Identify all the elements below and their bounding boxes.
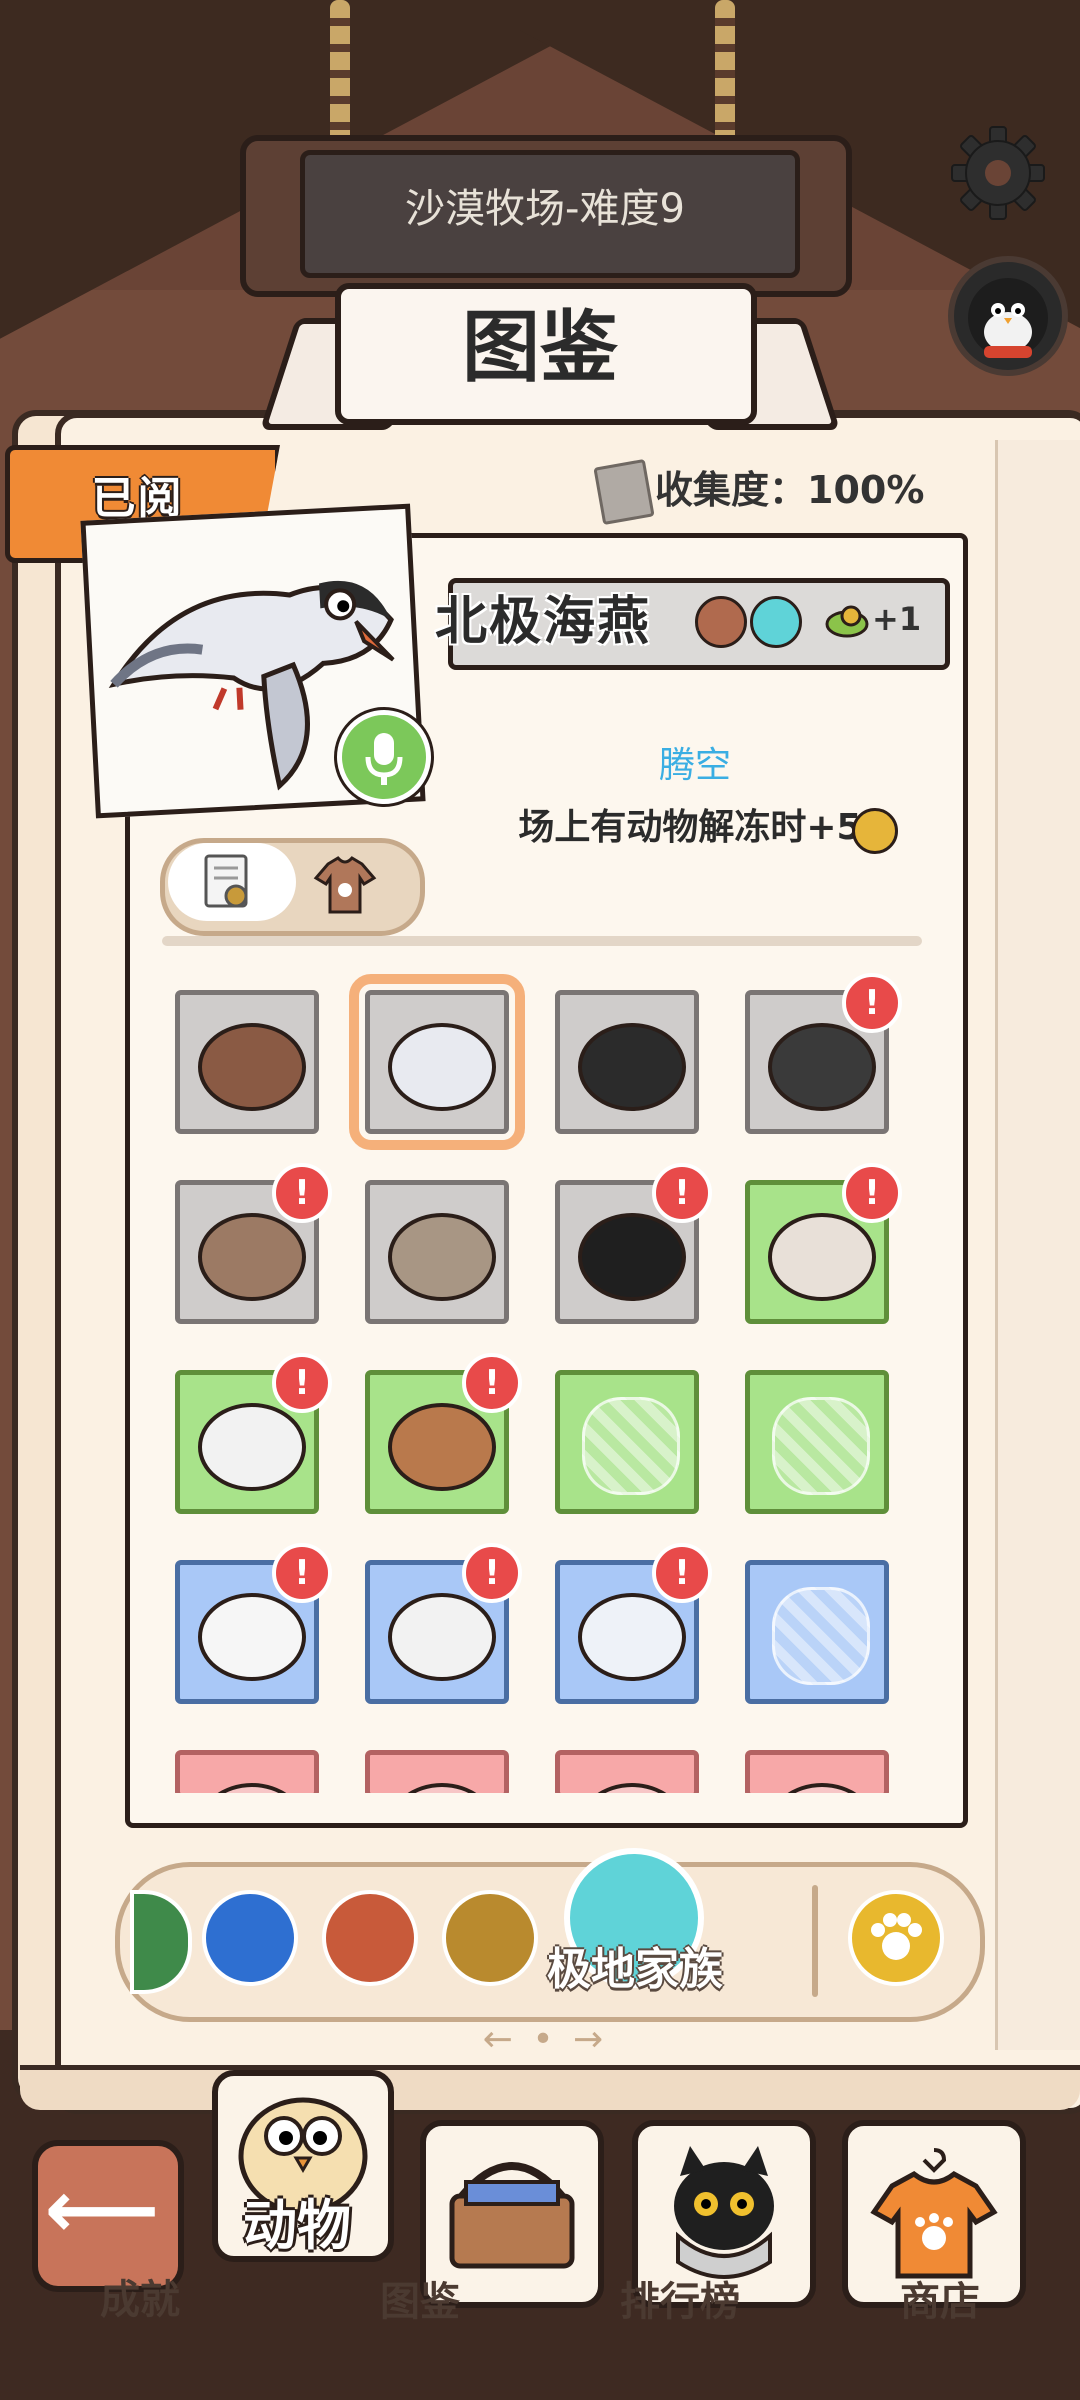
grid-fade	[130, 1793, 952, 1815]
animal-cell[interactable]	[745, 1750, 889, 1798]
book-right-page	[995, 440, 1080, 2050]
back-arrow-icon: ⟵	[44, 2163, 160, 2256]
animal-cell[interactable]: !	[555, 1543, 712, 1704]
book-bottom-edge	[20, 2065, 1080, 2110]
animal-cell[interactable]	[745, 1560, 889, 1704]
alert-badge-icon: !	[842, 973, 902, 1033]
nav-animal-label: 动物	[243, 2194, 351, 2257]
blue-fish-family-icon[interactable]	[202, 1890, 298, 1986]
petrel-icon	[388, 1023, 496, 1111]
animal-cell[interactable]	[555, 1750, 699, 1798]
alert-badge-icon: !	[652, 1163, 712, 1223]
nav-leaderboard-label: 排行榜	[620, 2279, 740, 2325]
animal-cell[interactable]	[365, 1180, 509, 1324]
book-icon	[593, 458, 655, 526]
animal-cell[interactable]	[555, 990, 699, 1134]
animal-cell[interactable]: !	[745, 1163, 902, 1324]
cloud-tag-icon[interactable]	[750, 596, 802, 648]
microphone-icon	[365, 733, 403, 785]
certificate-icon[interactable]	[200, 852, 260, 916]
shirt-icon[interactable]	[310, 850, 380, 918]
animal-cell[interactable]	[555, 1370, 699, 1514]
nav-encyclopedia-label: 图鉴	[380, 2279, 460, 2325]
black-sheep-icon	[578, 1213, 686, 1301]
locked-cactus-silhouette	[772, 1397, 870, 1495]
locked-animal-silhouette	[772, 1587, 870, 1685]
penguin-avatar-icon	[968, 278, 1048, 358]
animal-cell[interactable]: !	[175, 1353, 332, 1514]
paw-coin-icon	[852, 808, 898, 854]
gear-icon[interactable]	[950, 125, 1046, 221]
alert-badge-icon: !	[462, 1543, 522, 1603]
food-plus-icon	[825, 600, 869, 640]
bird-tag-icon[interactable]	[695, 596, 747, 648]
paw-family-icon[interactable]	[848, 1890, 944, 1986]
family-name: 极地家族	[547, 1944, 723, 1995]
bonus-count: +1	[872, 600, 922, 638]
duck-icon	[578, 1023, 686, 1111]
voice-button[interactable]	[337, 710, 431, 804]
animal-cell[interactable]	[745, 1370, 889, 1514]
pony-icon	[768, 1213, 876, 1301]
locked-bird-silhouette	[582, 1397, 680, 1495]
animal-cell[interactable]	[175, 1750, 319, 1798]
guinea-pig-icon	[198, 1403, 306, 1491]
animal-cell[interactable]: !	[365, 1543, 522, 1704]
alert-badge-icon: !	[652, 1543, 712, 1603]
family-separator	[812, 1885, 818, 1997]
animal-cell[interactable]: !	[555, 1163, 712, 1324]
alert-badge-icon: !	[842, 1163, 902, 1223]
animal-cell[interactable]	[365, 1750, 509, 1798]
level-title: 沙漠牧场-难度9	[405, 186, 685, 232]
family-pager[interactable]: ← • →	[470, 2020, 620, 2060]
animal-cell[interactable]: !	[175, 1543, 332, 1704]
page-title: 图鉴	[461, 303, 618, 393]
animal-cell[interactable]	[349, 974, 525, 1150]
player-avatar[interactable]	[948, 256, 1068, 376]
snake-icon	[388, 1403, 496, 1491]
animal-name: 北极海燕	[435, 592, 652, 652]
badger-icon	[768, 1023, 876, 1111]
animal-cell[interactable]	[175, 990, 319, 1134]
alert-badge-icon: !	[272, 1353, 332, 1413]
arctic-hare-icon	[578, 1593, 686, 1681]
section-divider	[162, 936, 922, 946]
snowy-owl-icon	[388, 1593, 496, 1681]
collection-rate: 收集度：100%	[655, 468, 925, 512]
capybara-icon	[198, 1023, 306, 1111]
walrus-icon	[198, 1213, 306, 1301]
nav-achievement-label[interactable]: 成就	[60, 2270, 220, 2330]
animal-cell[interactable]: !	[745, 973, 902, 1134]
red-sack-family-icon[interactable]	[322, 1890, 418, 1986]
penguin-icon	[198, 1593, 306, 1681]
seal-icon	[388, 1213, 496, 1301]
alert-badge-icon: !	[272, 1543, 332, 1603]
alert-badge-icon: !	[462, 1353, 522, 1413]
nav-shop-label: 商店	[900, 2279, 980, 2325]
skill-name: 腾空	[658, 745, 731, 786]
alert-badge-icon: !	[272, 1163, 332, 1223]
skill-description: 场上有动物解冻时+5	[518, 807, 862, 848]
animal-cell[interactable]: !	[175, 1163, 332, 1324]
animal-cell[interactable]: !	[365, 1353, 522, 1514]
